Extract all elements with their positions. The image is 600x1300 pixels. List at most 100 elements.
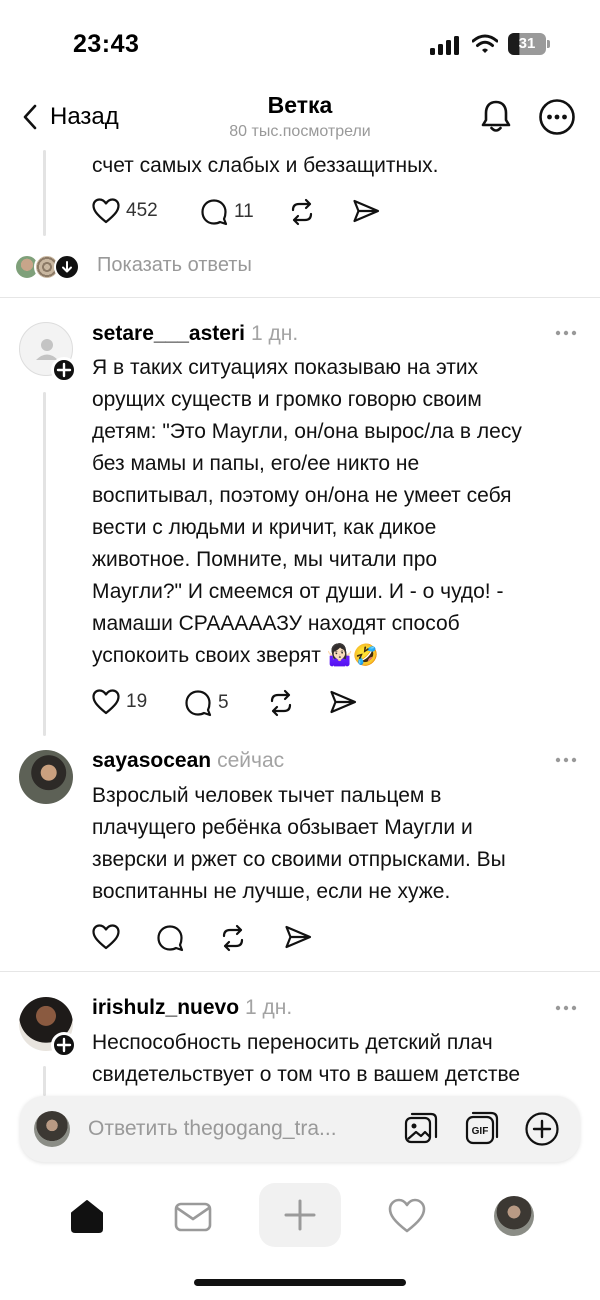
battery-level: 31 xyxy=(518,35,536,52)
speech-bubble-icon xyxy=(185,690,212,717)
comment-line: животное. Помните, мы читали про xyxy=(92,548,438,571)
comment-username[interactable]: irishulz_nuevo 1 дн. xyxy=(92,996,292,1020)
reply-composer[interactable]: Ответить thegogang_tra... GIF xyxy=(20,1096,580,1162)
share-button[interactable] xyxy=(352,198,380,224)
home-indicator xyxy=(194,1279,406,1286)
comment-line: вести с людьми и кричит, как дикое xyxy=(92,516,437,539)
more-icon[interactable] xyxy=(555,330,577,336)
comment-line: Я в таких ситуациях показываю на этих xyxy=(92,356,479,379)
comment-line: Маугли?" И смеемся от души. И - о чудо! … xyxy=(92,580,504,603)
repost-icon xyxy=(222,924,244,952)
home-icon[interactable] xyxy=(67,1196,107,1236)
send-icon xyxy=(330,690,357,714)
show-replies-label: Показать ответы xyxy=(97,254,252,276)
comment-text: Неспособность переносить детский плач св… xyxy=(92,1027,582,1096)
status-time: 23:43 xyxy=(73,30,140,58)
more-icon[interactable] xyxy=(555,757,577,763)
bottom-nav xyxy=(0,1180,600,1260)
comment-time: сейчас xyxy=(217,749,285,772)
heart-icon xyxy=(92,924,120,950)
share-button[interactable] xyxy=(329,689,357,715)
avatar xyxy=(34,1111,70,1147)
thread-line xyxy=(43,392,46,736)
comment-actions: 19 5 xyxy=(92,689,392,719)
more-circle-icon[interactable] xyxy=(538,98,576,136)
heart-icon xyxy=(92,198,120,224)
like-button[interactable]: 19 xyxy=(92,689,147,715)
like-button[interactable] xyxy=(92,924,120,950)
comment-line: плачущего ребёнка обзывает Маугли и xyxy=(92,816,473,839)
heart-icon xyxy=(92,689,120,715)
comment-line: успокоить своих зверят 🤷🏻‍♀️🤣 xyxy=(92,644,379,667)
comment-button[interactable] xyxy=(156,924,184,952)
plus-icon xyxy=(284,1199,316,1231)
comment-username[interactable]: sayasocean сейчас xyxy=(92,749,284,773)
comment-time: 1 дн. xyxy=(245,996,293,1019)
comment-username[interactable]: setare___asteri 1 дн. xyxy=(92,322,298,346)
reply-input[interactable]: Ответить thegogang_tra... xyxy=(88,1117,337,1141)
svg-text:GIF: GIF xyxy=(472,1126,489,1137)
comment-line: воспитывал, поэтому он/она не умеет себя xyxy=(92,484,512,507)
like-count: 452 xyxy=(126,200,158,221)
reply-count: 5 xyxy=(218,692,229,713)
mail-icon[interactable] xyxy=(173,1196,213,1236)
wifi-icon xyxy=(472,34,498,53)
comment-count: 11 xyxy=(234,201,254,222)
heart-icon[interactable] xyxy=(387,1196,427,1236)
username-text: setare___asteri xyxy=(92,322,245,345)
send-icon xyxy=(285,925,312,949)
comment-line: детям: "Это Маугли, он/она вырос/ла в ле… xyxy=(92,420,522,443)
send-icon xyxy=(353,199,380,223)
gallery-icon[interactable] xyxy=(403,1111,439,1147)
profile-avatar[interactable] xyxy=(494,1196,534,1236)
plus-icon xyxy=(56,1037,72,1053)
follow-button[interactable] xyxy=(51,357,77,383)
divider xyxy=(0,971,600,972)
comment-line: свидетельствует о том что в вашем детств… xyxy=(92,1063,521,1086)
status-bar: 23:43 31 xyxy=(0,0,600,90)
follow-button[interactable] xyxy=(51,1032,77,1058)
more-icon[interactable] xyxy=(555,1005,577,1011)
comment-line: мамаши СРАААААЗУ находят способ xyxy=(92,612,460,635)
comment-button[interactable]: 5 xyxy=(184,689,229,717)
comment-text: Я в таких ситуациях показываю на этих ор… xyxy=(92,352,582,672)
thread-line xyxy=(43,1066,46,1096)
speech-bubble-icon xyxy=(157,925,184,952)
gif-icon[interactable]: GIF xyxy=(464,1111,500,1147)
comment-button[interactable]: 11 xyxy=(200,198,254,226)
battery-icon: 31 xyxy=(508,33,550,55)
plus-circle-icon[interactable] xyxy=(524,1111,560,1147)
comment-line: без мамы и папы, его/ее никто не xyxy=(92,452,420,475)
repost-icon xyxy=(291,198,313,226)
repost-button[interactable] xyxy=(267,689,295,717)
bell-icon[interactable] xyxy=(478,98,514,134)
create-button[interactable] xyxy=(259,1183,341,1247)
cellular-signal-icon xyxy=(430,36,459,55)
thread-line xyxy=(43,150,46,236)
avatar[interactable] xyxy=(19,750,73,804)
divider xyxy=(0,297,600,298)
post-text: счет самых слабых и беззащитных. xyxy=(92,154,439,177)
plus-icon xyxy=(56,362,72,378)
username-text: irishulz_nuevo xyxy=(92,996,240,1019)
like-count: 19 xyxy=(126,691,148,712)
show-replies-button[interactable]: Показать ответы xyxy=(14,252,252,282)
share-button[interactable] xyxy=(284,924,312,950)
repost-button[interactable] xyxy=(219,924,247,952)
thread-header: Назад Ветка 80 тыс.посмотрели xyxy=(0,90,600,150)
username-text: sayasocean xyxy=(92,749,212,772)
comment-text: Взрослый человек тычет пальцем в плачуще… xyxy=(92,780,582,908)
arrow-down-icon xyxy=(54,254,80,280)
comment-actions xyxy=(92,924,392,954)
speech-bubble-icon xyxy=(201,199,228,226)
like-button[interactable]: 452 xyxy=(92,198,158,224)
post-actions: 452 11 xyxy=(92,198,392,228)
repost-button[interactable] xyxy=(288,198,316,226)
comment-line: орущих существ и громко говорю своим xyxy=(92,388,482,411)
comment-line: зверски и ржет со своими отпрысками. Вы xyxy=(92,848,506,871)
comment-time: 1 дн. xyxy=(250,322,299,345)
comment-line: воспитанны не лучше, если не хуже. xyxy=(92,880,451,903)
comment-line: Неспособность переносить детский плач xyxy=(92,1031,493,1054)
repost-icon xyxy=(270,689,292,717)
comment-line: Взрослый человек тычет пальцем в xyxy=(92,784,442,807)
